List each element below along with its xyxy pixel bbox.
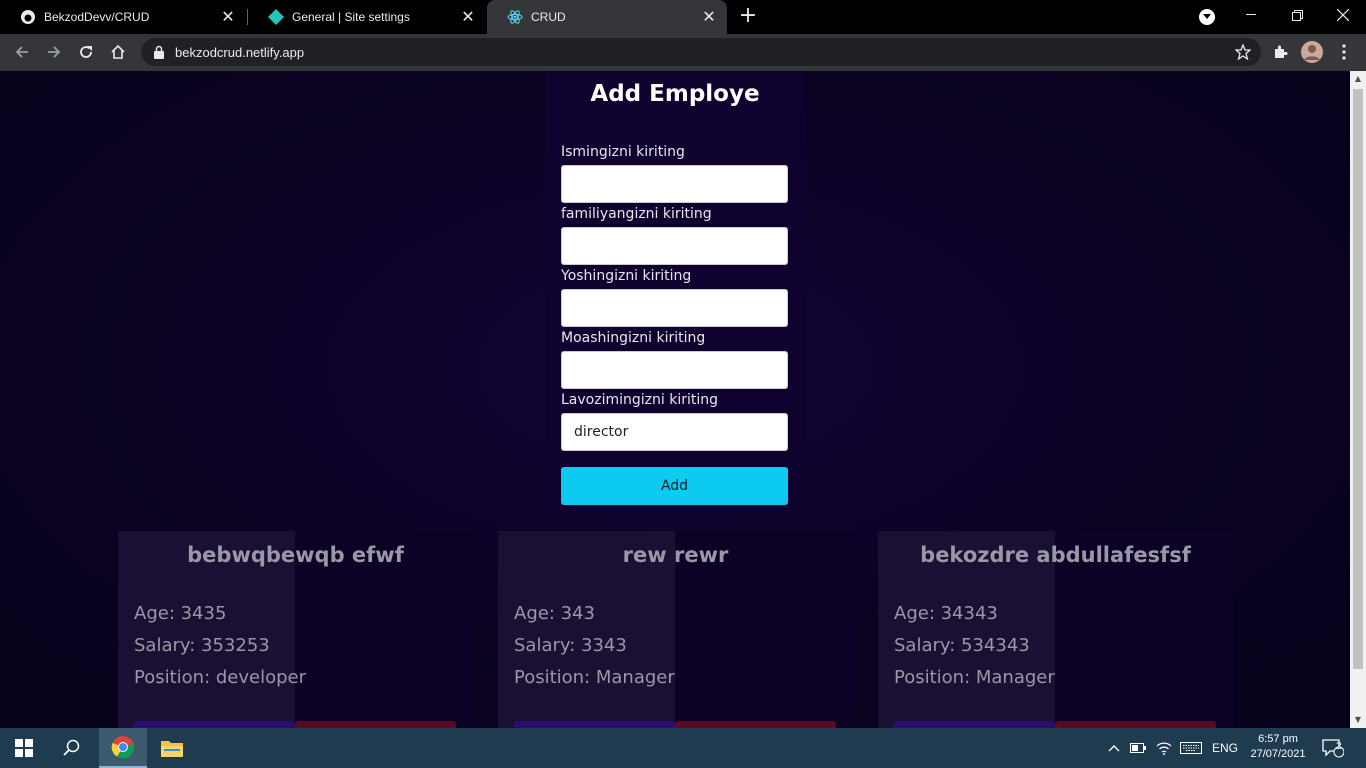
delete-button[interactable] <box>675 721 836 728</box>
employee-age: Age: 34343 <box>894 603 998 624</box>
last-name-label: familiyangizni kiriting <box>561 206 712 222</box>
employee-salary: Salary: 534343 <box>894 635 1030 656</box>
tab-crud[interactable]: CRUD ✕ <box>487 0 727 34</box>
file-explorer-icon[interactable] <box>148 728 196 768</box>
show-hidden-icons[interactable] <box>1106 728 1122 768</box>
employee-age: Age: 3435 <box>134 603 227 624</box>
restore-icon[interactable] <box>1274 0 1320 30</box>
browser-tab-strip: BekzodDevv/CRUD ✕ General | Site setting… <box>0 0 1366 34</box>
employee-salary: Salary: 3343 <box>514 635 627 656</box>
reload-icon[interactable] <box>72 38 100 66</box>
notifications-icon[interactable]: 2 <box>1322 728 1344 768</box>
wifi-icon[interactable] <box>1156 728 1172 768</box>
address-bar[interactable]: bekzodcrud.netlify.app <box>141 38 1261 66</box>
employee-name: bekozdre abdullafesfsf <box>920 543 1191 567</box>
delete-button[interactable] <box>295 721 456 728</box>
clock[interactable]: 6:57 pm 27/07/2021 <box>1243 732 1313 762</box>
browser-menu-icon[interactable] <box>1330 38 1358 66</box>
page-content: Add Employe Ismingizni kiriting familiya… <box>0 71 1350 728</box>
employee-card: bekozdre abdullafesfsf Age: 34343 Salary… <box>878 531 1233 728</box>
employee-age: Age: 343 <box>514 603 595 624</box>
edit-button[interactable] <box>894 721 1055 728</box>
close-tab-icon[interactable]: ✕ <box>458 7 478 27</box>
employee-name: bebwqbewqb efwf <box>187 543 404 567</box>
new-tab-button[interactable]: + <box>736 5 760 29</box>
close-tab-icon[interactable]: ✕ <box>699 7 719 27</box>
last-name-input[interactable] <box>561 227 788 265</box>
add-button[interactable]: Add <box>561 467 788 505</box>
url-text: bekzodcrud.netlify.app <box>175 44 305 60</box>
tab-netlify[interactable]: General | Site settings ✕ <box>248 0 486 34</box>
keyboard-icon[interactable] <box>1180 728 1202 768</box>
close-tab-icon[interactable]: ✕ <box>218 7 238 27</box>
employee-name: rew rewr <box>622 543 729 567</box>
tab-title: General | Site settings <box>292 10 410 24</box>
notification-count: 2 <box>1336 741 1342 752</box>
extensions-icon[interactable] <box>1266 38 1294 66</box>
forward-icon[interactable] <box>40 38 68 66</box>
delete-button[interactable] <box>1055 721 1216 728</box>
position-input[interactable]: director <box>561 413 788 451</box>
scroll-up-icon[interactable]: ▲ <box>1350 71 1366 87</box>
battery-icon[interactable] <box>1130 728 1146 768</box>
employee-position: Position: developer <box>134 667 307 688</box>
home-icon[interactable] <box>104 38 132 66</box>
add-employee-form: Add Employe Ismingizni kiriting familiya… <box>545 71 805 521</box>
age-input[interactable] <box>561 289 788 327</box>
first-name-label: Ismingizni kiriting <box>561 144 685 160</box>
tab-title: CRUD <box>531 10 566 24</box>
scroll-down-icon[interactable]: ▼ <box>1350 712 1366 728</box>
browser-toolbar: bekzodcrud.netlify.app <box>0 34 1366 71</box>
first-name-input[interactable] <box>561 165 788 203</box>
github-icon <box>20 9 36 25</box>
close-window-icon[interactable] <box>1320 0 1366 30</box>
salary-input[interactable] <box>561 351 788 389</box>
search-icon[interactable] <box>48 728 96 768</box>
clock-time: 6:57 pm <box>1258 733 1298 745</box>
employee-position: Position: Manager <box>894 667 1055 688</box>
language-indicator[interactable]: ENG <box>1212 728 1238 768</box>
tab-title: BekzodDevv/CRUD <box>44 10 150 24</box>
lock-icon[interactable] <box>153 45 167 59</box>
bookmark-star-icon[interactable] <box>1234 43 1252 61</box>
edit-button[interactable] <box>514 721 675 728</box>
back-icon[interactable] <box>8 38 36 66</box>
position-label: Lavozimingizni kiriting <box>561 392 718 408</box>
clock-date: 27/07/2021 <box>1250 748 1306 760</box>
employee-card: rew rewr Age: 343 Salary: 3343 Position:… <box>498 531 853 728</box>
edit-button[interactable] <box>134 721 295 728</box>
netlify-icon <box>268 9 284 25</box>
react-icon <box>507 9 523 25</box>
employee-salary: Salary: 353253 <box>134 635 270 656</box>
scrollbar-thumb[interactable] <box>1353 89 1363 669</box>
employee-position: Position: Manager <box>514 667 675 688</box>
minimize-icon[interactable] <box>1228 0 1274 30</box>
windows-taskbar: ENG 6:57 pm 27/07/2021 2 <box>0 728 1366 768</box>
windows-start-icon[interactable] <box>0 728 48 768</box>
salary-label: Moashingizni kiriting <box>561 330 706 346</box>
page-scrollbar[interactable]: ▲ ▼ <box>1350 71 1366 728</box>
tab-search-icon[interactable] <box>1199 9 1215 25</box>
tab-github[interactable]: BekzodDevv/CRUD ✕ <box>0 0 246 34</box>
employee-card: bebwqbewqb efwf Age: 3435 Salary: 353253… <box>118 531 473 728</box>
profile-avatar[interactable] <box>1298 38 1326 66</box>
chrome-icon[interactable] <box>99 728 147 768</box>
form-title: Add Employe <box>590 81 760 107</box>
age-label: Yoshingizni kiriting <box>561 268 692 284</box>
